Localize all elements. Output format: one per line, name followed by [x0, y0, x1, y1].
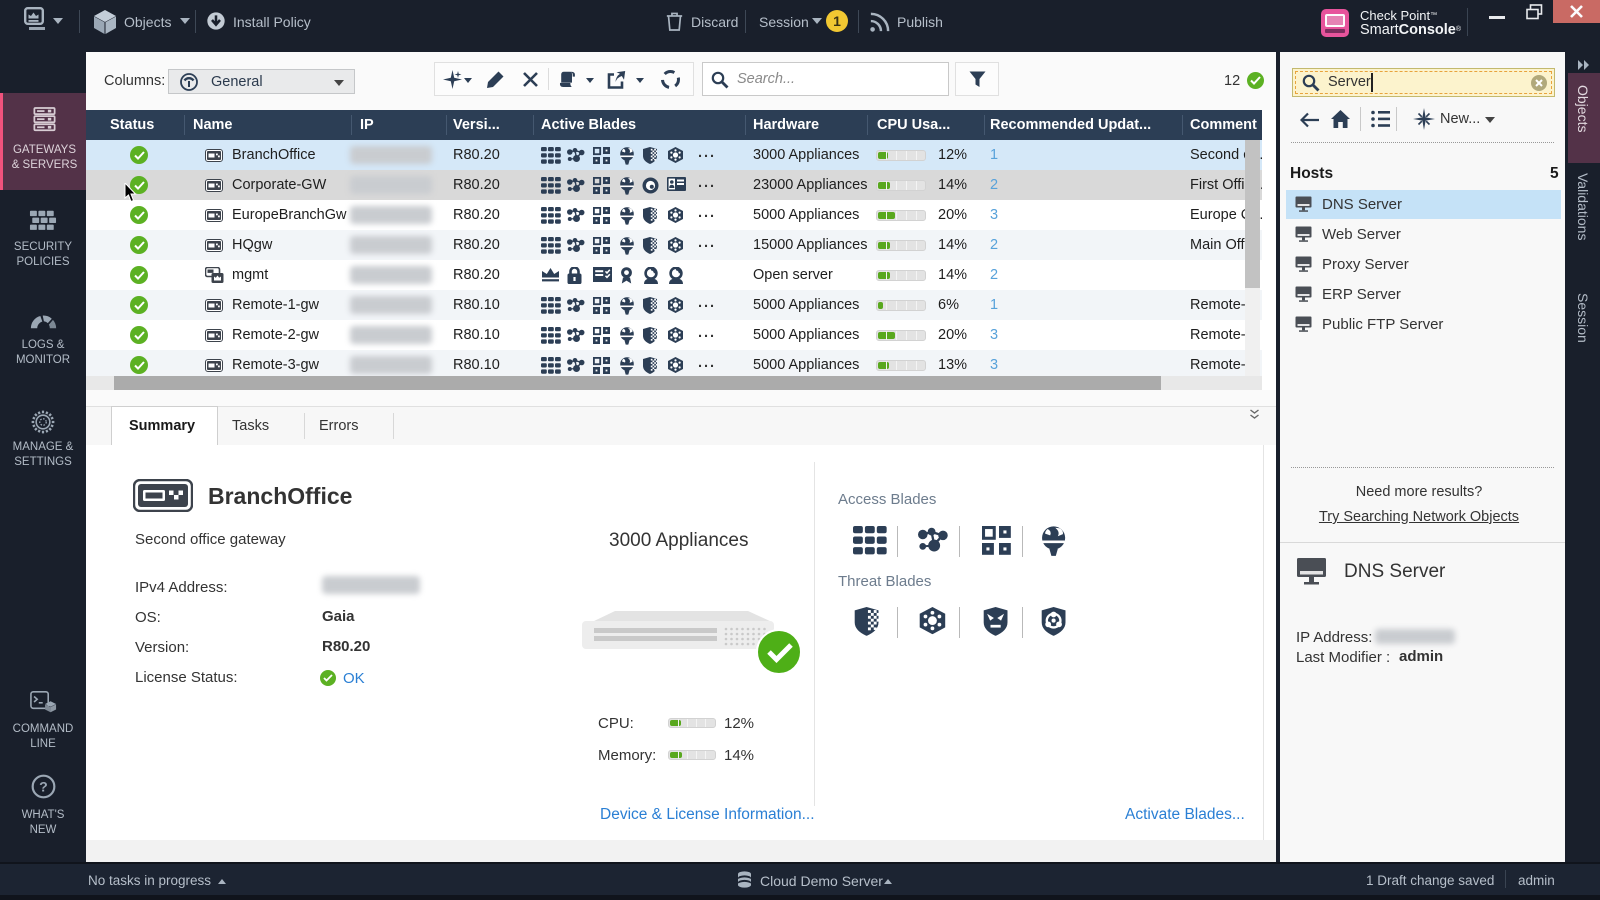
svg-text:?: ? [39, 780, 48, 796]
